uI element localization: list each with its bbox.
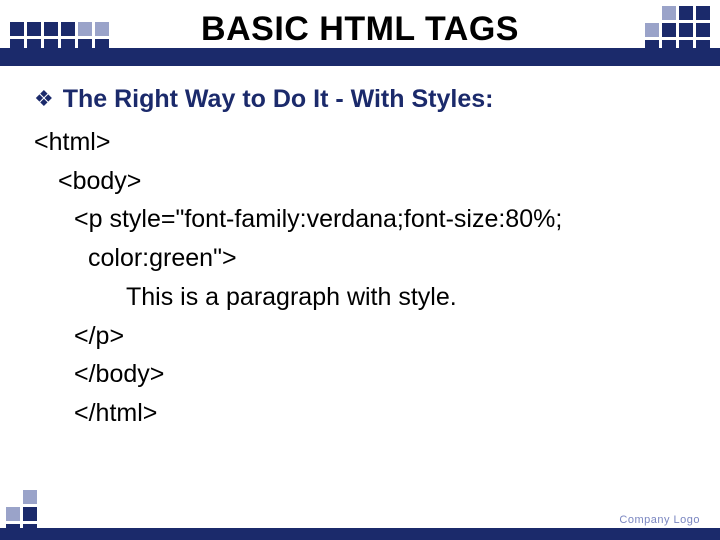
- code-line: <body>: [34, 162, 692, 201]
- content-heading: The Right Way to Do It - With Styles:: [63, 85, 494, 113]
- heading-row: ❖ The Right Way to Do It - With Styles:: [34, 80, 692, 119]
- title-strip: [0, 48, 720, 66]
- slide-title: BASIC HTML TAGS: [0, 10, 720, 49]
- code-line: <html>: [34, 123, 692, 162]
- diamond-bullet-icon: ❖: [34, 82, 54, 116]
- code-block: <html> <body> <p style="font-family:verd…: [34, 123, 692, 433]
- slide-footer: Company Logo: [0, 502, 720, 540]
- code-line: color:green">: [34, 239, 692, 278]
- code-line: This is a paragraph with style.: [34, 278, 692, 317]
- footer-label: Company Logo: [619, 514, 700, 526]
- code-line: </body>: [34, 355, 692, 394]
- slide-content: ❖ The Right Way to Do It - With Styles: …: [0, 66, 720, 433]
- code-line: <p style="font-family:verdana;font-size:…: [34, 200, 692, 239]
- code-line: </html>: [34, 394, 692, 433]
- code-line: </p>: [34, 317, 692, 356]
- title-bar: BASIC HTML TAGS: [0, 0, 720, 66]
- footer-strip: [0, 528, 720, 540]
